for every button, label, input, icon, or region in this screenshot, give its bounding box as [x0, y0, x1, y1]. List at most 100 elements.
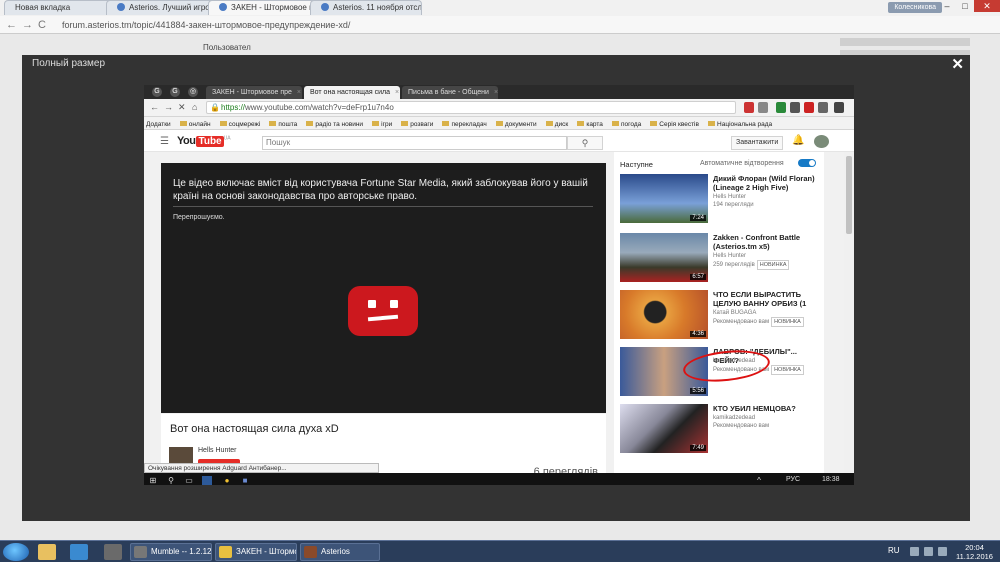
duration-badge: 7:49: [690, 445, 706, 451]
channel-name[interactable]: Hells Hunter: [198, 447, 237, 454]
bookmark-folder[interactable]: документи: [495, 118, 537, 129]
youtube-logo[interactable]: You Tube UA: [177, 135, 231, 149]
windows-start-icon[interactable]: ⊞: [148, 476, 158, 485]
upload-button[interactable]: Завантажити: [731, 136, 784, 150]
tab-close-icon: ×: [296, 89, 301, 96]
asterios-icon: [304, 546, 317, 558]
rec-channel: kamikadzedead: [713, 415, 756, 421]
bookmark-apps[interactable]: Додатки: [146, 118, 171, 129]
recommendations-sidebar: Наступне Автоматичне відтворення 7:24 Ди…: [614, 152, 824, 485]
youtube-search-input[interactable]: Пошук: [262, 136, 567, 150]
page-scrollbar[interactable]: [844, 152, 854, 485]
lock-icon: 🔒: [210, 103, 220, 112]
forward-icon[interactable]: →: [22, 19, 33, 31]
folder-icon[interactable]: [38, 544, 56, 560]
extension-icon[interactable]: [818, 102, 828, 113]
taskbar-asterios[interactable]: Asterios: [300, 543, 380, 561]
gmail-icon[interactable]: [804, 102, 814, 113]
folder-icon: [577, 121, 585, 126]
video-thumbnail: 6:57: [620, 233, 708, 282]
network-icon[interactable]: [924, 547, 933, 556]
rec-meta: Рекомендовано вам: [713, 423, 770, 429]
sorry-text: Перепрошуємо.: [173, 214, 225, 221]
status-tooltip: Очікування розширення Adguard Антибанер.…: [144, 463, 379, 473]
rec-channel: Hells Hunter: [713, 253, 747, 259]
outer-tab-zaken[interactable]: ЗАКЕН - Штормовое пре: [208, 0, 320, 15]
taskbar-chrome[interactable]: ЗАКЕН - Штормо...: [215, 543, 297, 561]
bookmark-folder[interactable]: диск: [545, 118, 568, 129]
bookmark-folder[interactable]: радіо та новини: [306, 118, 363, 129]
reload-icon[interactable]: C: [38, 19, 46, 31]
list-item[interactable]: 4:36 ЧТО ЕСЛИ ВЫРАСТИТЬ ЦЕЛУЮ ВАННУ ОРБИ…: [620, 290, 820, 340]
inner-tab-video[interactable]: Вот она настоящая сила ×: [304, 86, 400, 99]
outer-tab-new[interactable]: Новая вкладка: [4, 0, 122, 15]
stop-icon[interactable]: ✕: [178, 102, 186, 113]
folder-icon: [306, 121, 314, 126]
app-icon[interactable]: [202, 476, 212, 485]
lightbox-close-button[interactable]: ✕: [951, 55, 964, 73]
bookmark-folder[interactable]: карта: [577, 118, 603, 129]
rec-meta: Рекомендовано вам НОВИНКА: [713, 317, 804, 327]
clock[interactable]: 20:04 11.12.2016: [956, 543, 993, 561]
extension-icon[interactable]: [790, 102, 800, 113]
embedded-screenshot: G G ◎ ЗАКЕН - Штормовое пре × Вот она нас…: [144, 85, 854, 485]
minimize-button[interactable]: –: [938, 0, 956, 12]
folder-icon: [545, 121, 553, 126]
forum-bar: [840, 38, 970, 46]
app-icon[interactable]: [70, 544, 88, 560]
home-icon[interactable]: ⌂: [192, 102, 197, 112]
language-indicator[interactable]: RU: [888, 546, 900, 555]
task-view-icon[interactable]: ▭: [184, 476, 194, 485]
outer-tab-asterios-nov[interactable]: Asterios. 11 ноября отсл: [310, 0, 422, 15]
bookmark-folder[interactable]: соцмережі: [219, 118, 260, 129]
list-item[interactable]: 7:24 Дикий Флоран (Wild Floran) (Lineage…: [620, 174, 820, 224]
bookmark-star-icon[interactable]: [758, 102, 768, 113]
inner-url-field[interactable]: 🔒 https://www.youtube.com/watch?v=deFrp1u…: [206, 101, 736, 114]
bookmark-folder[interactable]: Національна рада: [708, 118, 772, 129]
chevron-up-icon[interactable]: ^: [754, 476, 764, 485]
list-item[interactable]: 7:49 КТО УБИЛ НЕМЦОВА? kamikadzedead Рек…: [620, 404, 820, 454]
folder-icon: [442, 121, 450, 126]
list-item[interactable]: 6:57 Zakken - Confront Battle (Asterios.…: [620, 233, 820, 283]
app-icon: ◎: [188, 87, 198, 97]
hamburger-menu-icon[interactable]: ☰: [160, 136, 169, 147]
menu-icon[interactable]: [834, 102, 844, 113]
tray-lang[interactable]: РУС: [786, 476, 800, 483]
outer-tab-asterios[interactable]: Asterios. Лучший игрово: [106, 0, 218, 15]
bookmark-folder[interactable]: пошта: [269, 118, 297, 129]
outer-url[interactable]: forum.asterios.tm/topic/441884-закен-што…: [62, 20, 350, 30]
maximize-button[interactable]: □: [956, 0, 974, 12]
tray-icon[interactable]: [910, 547, 919, 556]
tab-label: Новая вкладка: [15, 3, 71, 12]
bookmark-folder[interactable]: ігри: [372, 118, 392, 129]
app-icon[interactable]: ■: [240, 476, 250, 485]
forward-icon[interactable]: →: [164, 102, 173, 112]
bookmark-folder[interactable]: перекладач: [442, 118, 487, 129]
volume-icon[interactable]: [938, 547, 947, 556]
bookmark-folder[interactable]: онлайн: [179, 118, 211, 129]
inner-tab-zaken[interactable]: ЗАКЕН - Штормовое пре ×: [206, 86, 302, 99]
back-icon[interactable]: ←: [6, 19, 17, 31]
avatar[interactable]: [814, 135, 829, 148]
bookmark-folder[interactable]: розваги: [401, 118, 433, 129]
chrome-icon[interactable]: ●: [222, 476, 232, 485]
start-button[interactable]: [3, 543, 29, 561]
taskbar-mumble[interactable]: Mumble -- 1.2.12: [130, 543, 212, 561]
video-player[interactable]: Це відео включає вміст від користувача F…: [161, 163, 606, 413]
folder-icon: [650, 121, 658, 126]
inner-tab-letters[interactable]: Письма в бане - Общени ×: [402, 86, 498, 99]
back-icon[interactable]: ←: [150, 102, 159, 112]
notifications-bell-icon[interactable]: 🔔: [792, 135, 804, 146]
video-thumbnail: 7:49: [620, 404, 708, 453]
autoplay-toggle[interactable]: [798, 159, 816, 167]
search-icon[interactable]: ⚲: [166, 476, 176, 485]
scrollbar-thumb[interactable]: [846, 156, 852, 234]
folder-icon: [708, 121, 716, 126]
search-button[interactable]: ⚲: [567, 136, 603, 150]
bookmark-folder[interactable]: Серія квестів: [650, 118, 699, 129]
adguard-icon[interactable]: [776, 102, 786, 113]
profile-button[interactable]: Колесникова: [888, 2, 942, 13]
app-icon[interactable]: [104, 544, 122, 560]
bookmark-folder[interactable]: погода: [611, 118, 641, 129]
window-close-button[interactable]: ✕: [974, 0, 1000, 12]
